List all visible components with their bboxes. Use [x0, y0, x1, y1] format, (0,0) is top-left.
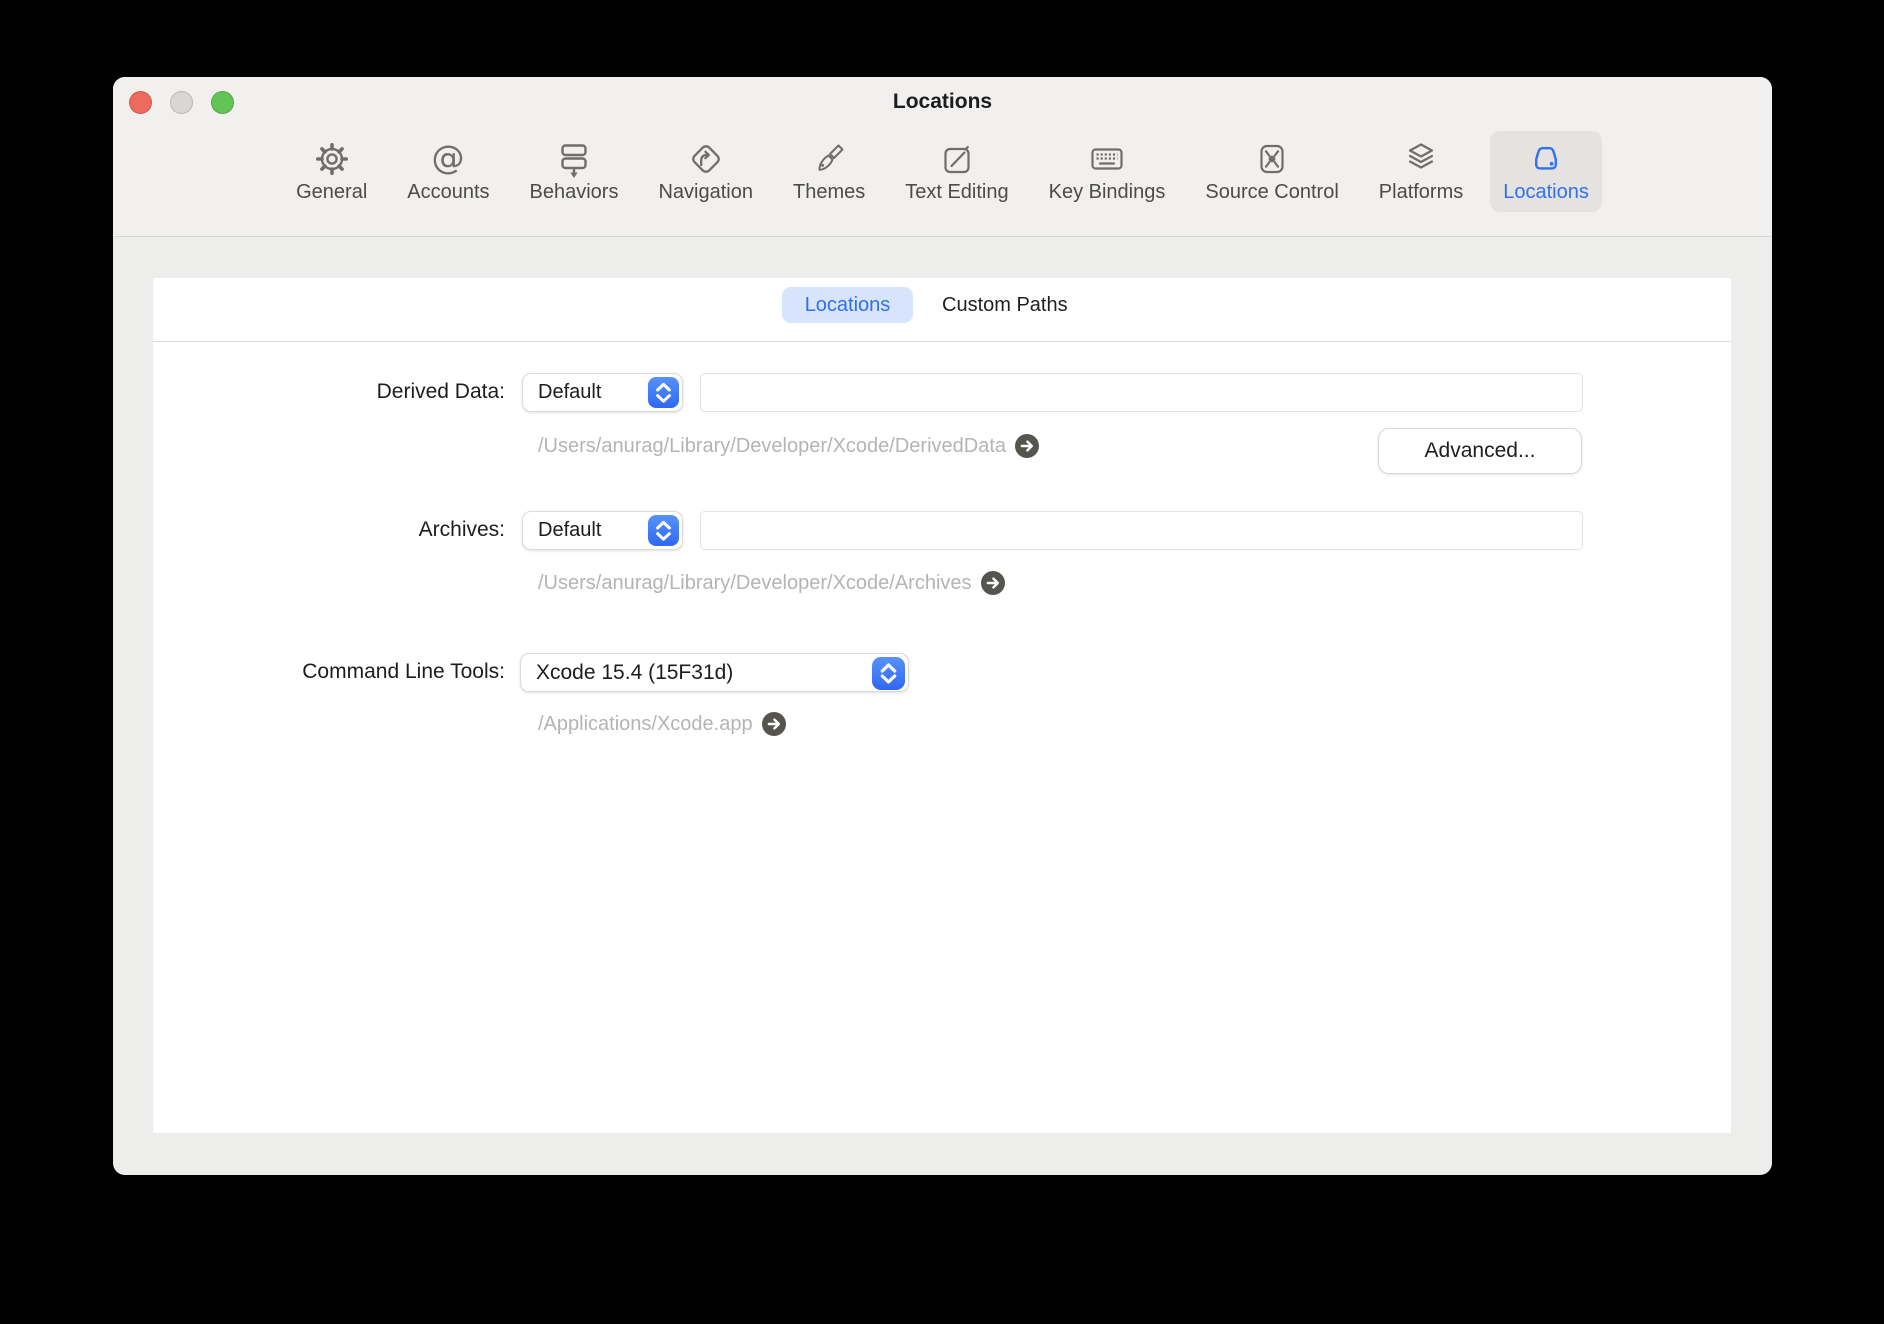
tab-label: Platforms — [1379, 181, 1463, 203]
popup-stepper-icon — [648, 377, 679, 408]
keyboard-icon — [1087, 138, 1127, 180]
tab-label: Accounts — [407, 181, 489, 203]
tab-label: Text Editing — [905, 181, 1008, 203]
archives-path-row: /Users/anurag/Library/Developer/Xcode/Ar… — [538, 571, 1005, 595]
tab-key-bindings[interactable]: Key Bindings — [1036, 131, 1179, 212]
behaviors-icon — [554, 138, 594, 180]
hard-drive-icon — [1526, 138, 1566, 180]
window-title: Locations — [113, 90, 1772, 114]
arrow-right-circle-icon[interactable] — [762, 712, 786, 736]
paintbrush-icon — [809, 138, 849, 180]
archives-custom-path-field[interactable] — [700, 511, 1583, 550]
at-sign-icon: @ — [428, 138, 468, 180]
tab-text-editing[interactable]: Text Editing — [892, 131, 1021, 212]
segment-locations[interactable]: Locations — [782, 287, 913, 323]
navigation-icon — [686, 138, 726, 180]
command-line-tools-path-row: /Applications/Xcode.app — [538, 712, 786, 736]
tab-label: Themes — [793, 181, 865, 203]
tab-themes[interactable]: Themes — [780, 131, 878, 212]
derived-data-label: Derived Data: — [150, 380, 505, 404]
gear-icon — [312, 138, 352, 180]
arrow-right-circle-icon[interactable] — [981, 571, 1005, 595]
settings-toolbar: General @ Accounts — [113, 131, 1772, 212]
archives-popup[interactable]: Default — [522, 511, 683, 550]
tab-label: Source Control — [1205, 181, 1338, 203]
tab-locations[interactable]: Locations — [1490, 131, 1602, 212]
arrow-right-circle-icon[interactable] — [1015, 434, 1039, 458]
command-line-tools-path: /Applications/Xcode.app — [538, 713, 753, 736]
tab-label: Navigation — [658, 181, 753, 203]
tab-source-control[interactable]: Source Control — [1192, 131, 1351, 212]
locations-pane: Locations Custom Paths Derived Data: Def… — [153, 278, 1731, 1133]
svg-text:@: @ — [432, 139, 465, 177]
archives-label: Archives: — [150, 518, 505, 542]
tab-label: Behaviors — [530, 181, 619, 203]
popup-value: Default — [538, 519, 601, 542]
popup-value: Xcode 15.4 (15F31d) — [536, 661, 733, 685]
derived-data-custom-path-field[interactable] — [700, 373, 1583, 412]
tab-label: Key Bindings — [1049, 181, 1166, 203]
segment-custom-paths[interactable]: Custom Paths — [942, 287, 1068, 323]
tab-label: Locations — [1503, 181, 1589, 203]
tab-platforms[interactable]: Platforms — [1366, 131, 1476, 212]
popup-value: Default — [538, 381, 601, 404]
window-chrome: Locations — [113, 77, 1772, 237]
popup-stepper-icon — [648, 515, 679, 546]
tab-accounts[interactable]: @ Accounts — [394, 131, 502, 212]
tab-label: General — [296, 181, 367, 203]
text-editing-icon — [937, 138, 977, 180]
xcode-settings-window: Locations — [113, 77, 1772, 1175]
screen: Locations — [0, 0, 1884, 1324]
source-control-icon — [1252, 138, 1292, 180]
tab-navigation[interactable]: Navigation — [645, 131, 766, 212]
command-line-tools-popup[interactable]: Xcode 15.4 (15F31d) — [520, 653, 909, 692]
derived-data-path-row: /Users/anurag/Library/Developer/Xcode/De… — [538, 434, 1039, 458]
archives-path: /Users/anurag/Library/Developer/Xcode/Ar… — [538, 572, 972, 595]
tab-behaviors[interactable]: Behaviors — [517, 131, 632, 212]
divider — [153, 341, 1731, 342]
advanced-button[interactable]: Advanced... — [1378, 428, 1582, 474]
popup-stepper-icon — [872, 657, 905, 690]
command-line-tools-label: Command Line Tools: — [150, 660, 505, 684]
platforms-icon — [1401, 138, 1441, 180]
derived-data-popup[interactable]: Default — [522, 373, 683, 412]
tab-general[interactable]: General — [283, 131, 380, 212]
derived-data-path: /Users/anurag/Library/Developer/Xcode/De… — [538, 435, 1006, 458]
